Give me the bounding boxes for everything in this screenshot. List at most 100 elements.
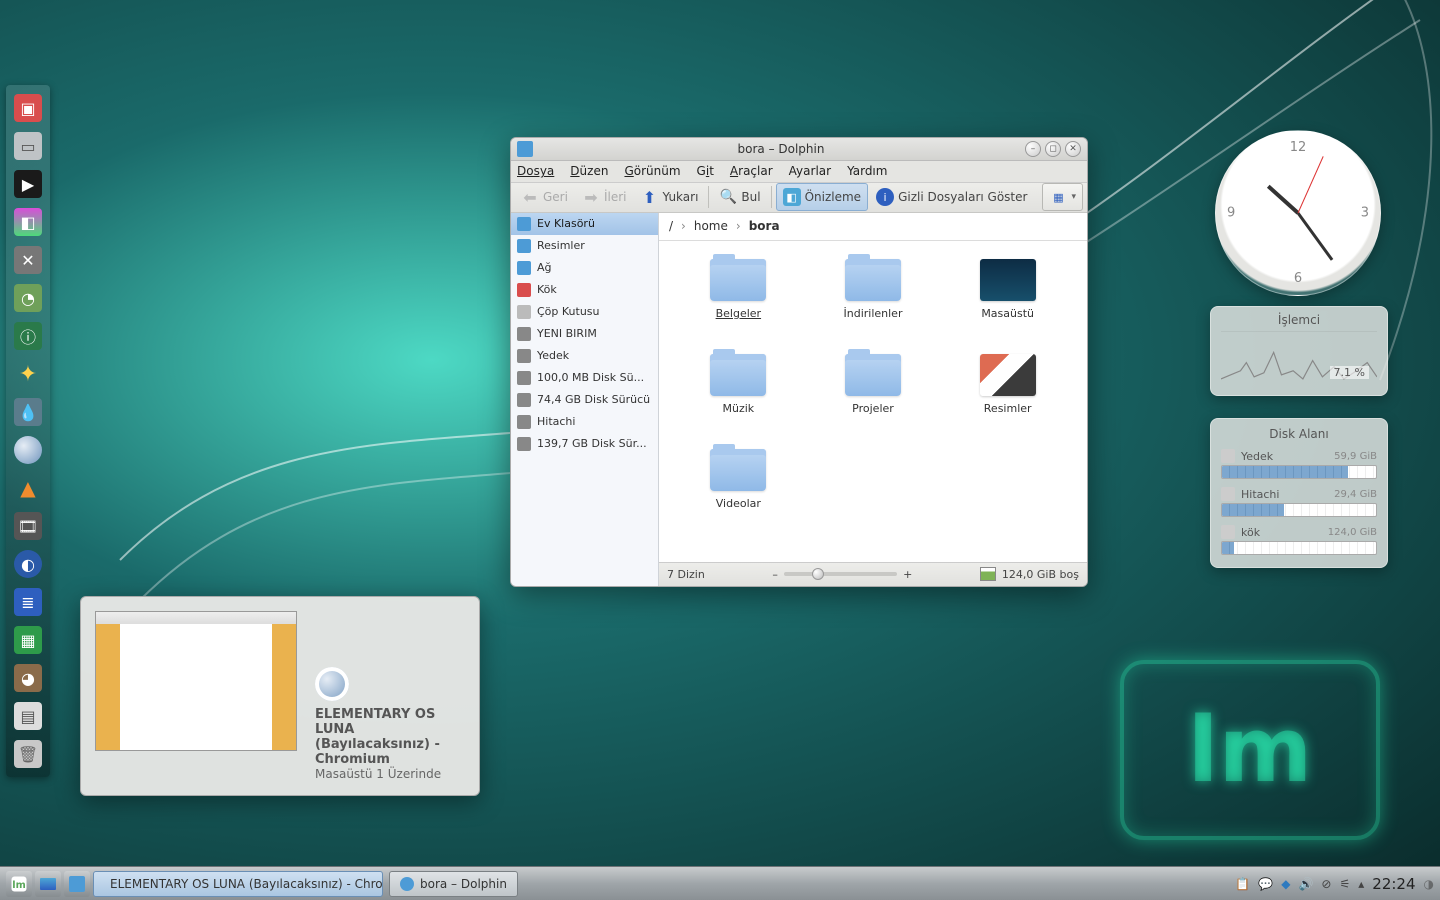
find-button[interactable]: 🔍Bul bbox=[713, 183, 766, 211]
menu-settings[interactable]: Ayarlar bbox=[789, 164, 831, 178]
dock-writer[interactable]: ≣ bbox=[9, 585, 47, 619]
dock-calculator[interactable]: ▤ bbox=[9, 699, 47, 733]
dock-drop[interactable]: 💧 bbox=[9, 395, 47, 429]
dock-gimp[interactable]: ◕ bbox=[9, 661, 47, 695]
dock-star[interactable]: ✦ bbox=[9, 357, 47, 391]
clock-widget[interactable]: 12 3 6 9 bbox=[1215, 130, 1381, 296]
bc-home[interactable]: home bbox=[694, 219, 728, 233]
task-preview-tooltip: ELEMENTARY OS LUNA (Bayılacaksınız) - Ch… bbox=[80, 596, 480, 796]
dock-folder-red[interactable]: ▣ bbox=[9, 91, 47, 125]
forward-button[interactable]: ➡İleri bbox=[576, 183, 633, 211]
sidebar-item-10[interactable]: 139,7 GB Disk Sür... bbox=[511, 433, 658, 455]
breadcrumb[interactable]: / › home › bora bbox=[659, 213, 1087, 241]
bc-root[interactable]: / bbox=[669, 219, 673, 233]
chromium-icon bbox=[315, 667, 349, 701]
cpu-widget[interactable]: İşlemci 7.1 % bbox=[1210, 306, 1388, 396]
show-hidden-button[interactable]: iGizli Dosyaları Göster bbox=[870, 183, 1033, 211]
close-button[interactable]: ✕ bbox=[1065, 141, 1081, 157]
menu-help[interactable]: Yardım bbox=[847, 164, 887, 178]
tray-clipboard-icon[interactable]: 📋 bbox=[1235, 877, 1250, 891]
sidebar-item-6[interactable]: Yedek bbox=[511, 345, 658, 367]
taskbar-task-1[interactable]: bora – Dolphin bbox=[389, 871, 518, 897]
sidebar-item-4[interactable]: Çöp Kutusu bbox=[511, 301, 658, 323]
disk-row-0: Yedek59,9 GiB bbox=[1221, 449, 1377, 463]
second-hand bbox=[1298, 156, 1324, 213]
dock-vlc[interactable]: ▲ bbox=[9, 471, 47, 505]
menu-file[interactable]: Dosya bbox=[517, 164, 554, 178]
dock-disk[interactable]: ◔ bbox=[9, 281, 47, 315]
taskbar: lm ELEMENTARY OS LUNA (Bayılacaksınız) -… bbox=[0, 866, 1440, 900]
cpu-title: İşlemci bbox=[1221, 313, 1377, 327]
dock-settings[interactable]: ✕ bbox=[9, 243, 47, 277]
tray-clock[interactable]: 22:24 bbox=[1372, 875, 1415, 893]
minimize-button[interactable]: – bbox=[1025, 141, 1041, 157]
folder-resimler[interactable]: Resimler bbox=[940, 354, 1075, 449]
dock-chromium[interactable] bbox=[9, 433, 47, 467]
minute-hand bbox=[1297, 212, 1334, 261]
menubar: Dosya Düzen Görünüm Git Araçlar Ayarlar … bbox=[511, 161, 1087, 182]
back-button[interactable]: ⬅Geri bbox=[515, 183, 574, 211]
up-button[interactable]: ⬆Yukarı bbox=[634, 183, 704, 211]
disk-row-1: Hitachi29,4 GiB bbox=[1221, 487, 1377, 501]
maximize-button[interactable]: ◻ bbox=[1045, 141, 1061, 157]
folder-masaüstü[interactable]: Masaüstü bbox=[940, 259, 1075, 354]
sidebar-item-2[interactable]: Ağ bbox=[511, 257, 658, 279]
zoom-slider[interactable]: –+ bbox=[772, 568, 912, 581]
disk-widget[interactable]: Disk Alanı Yedek59,9 GiBHitachi29,4 GiBk… bbox=[1210, 418, 1388, 568]
folder-videolar[interactable]: Videolar bbox=[671, 449, 806, 544]
places-sidebar: Ev KlasörüResimlerAğKökÇöp KutusuYENI BI… bbox=[511, 213, 659, 586]
titlebar[interactable]: bora – Dolphin – ◻ ✕ bbox=[511, 138, 1087, 161]
mint-logo: lm bbox=[1120, 660, 1380, 840]
sidebar-item-7[interactable]: 100,0 MB Disk Sü... bbox=[511, 367, 658, 389]
menu-go[interactable]: Git bbox=[697, 164, 714, 178]
dock-displays[interactable]: ◧ bbox=[9, 205, 47, 239]
tray-cashew-icon[interactable]: ◑ bbox=[1424, 877, 1434, 891]
folder-müzik[interactable]: Müzik bbox=[671, 354, 806, 449]
tray-network-icon[interactable]: ⊘ bbox=[1321, 877, 1331, 891]
dock: ▣ ▭ ▶ ◧ ✕ ◔ ⓘ ✦ 💧 ▲ 🎞 ◐ ≣ ▦ ◕ ▤ 🗑 bbox=[6, 85, 50, 777]
dock-drive[interactable]: ▭ bbox=[9, 129, 47, 163]
dolphin-window: bora – Dolphin – ◻ ✕ Dosya Düzen Görünüm… bbox=[510, 137, 1088, 587]
show-desktop-button[interactable] bbox=[35, 871, 61, 897]
sidebar-item-3[interactable]: Kök bbox=[511, 279, 658, 301]
dock-media[interactable]: 🎞 bbox=[9, 509, 47, 543]
preview-title: ELEMENTARY OS LUNA (Bayılacaksınız) - Ch… bbox=[315, 707, 465, 767]
menu-edit[interactable]: Düzen bbox=[570, 164, 608, 178]
system-tray: 📋 💬 ◆ 🔊 ⊘ ⚟ ▴ 22:24 ◑ bbox=[1235, 875, 1434, 893]
sidebar-item-1[interactable]: Resimler bbox=[511, 235, 658, 257]
svg-text:lm: lm bbox=[12, 879, 26, 890]
preview-thumbnail[interactable] bbox=[95, 611, 297, 751]
sidebar-item-9[interactable]: Hitachi bbox=[511, 411, 658, 433]
dock-player[interactable]: ▶ bbox=[9, 167, 47, 201]
folder-view[interactable]: BelgelerİndirilenlerMasaüstü MüzikProjele… bbox=[659, 241, 1087, 562]
dock-info[interactable]: ⓘ bbox=[9, 319, 47, 353]
preview-button[interactable]: ◧Önizleme bbox=[776, 183, 868, 211]
tray-updates-icon[interactable]: ◆ bbox=[1281, 877, 1290, 891]
taskbar-task-0[interactable]: ELEMENTARY OS LUNA (Bayılacaksınız) - Ch… bbox=[93, 871, 383, 897]
sidebar-item-5[interactable]: YENI BIRIM bbox=[511, 323, 658, 345]
folder-belgeler[interactable]: Belgeler bbox=[671, 259, 806, 354]
folder-projeler[interactable]: Projeler bbox=[806, 354, 941, 449]
hour-hand bbox=[1267, 185, 1299, 215]
sidebar-item-0[interactable]: Ev Klasörü bbox=[511, 213, 658, 235]
preview-subtitle: Masaüstü 1 Üzerinde bbox=[315, 767, 465, 781]
status-left: 7 Dizin bbox=[667, 568, 705, 581]
dock-trash[interactable]: 🗑 bbox=[9, 737, 47, 771]
tray-wifi-icon[interactable]: ⚟ bbox=[1339, 877, 1350, 891]
sidebar-item-8[interactable]: 74,4 GB Disk Sürücü bbox=[511, 389, 658, 411]
view-mode-button[interactable]: ▦▾ bbox=[1042, 183, 1083, 211]
free-space: 124,0 GiB boş bbox=[980, 567, 1079, 581]
folder-i̇ndirilenler[interactable]: İndirilenler bbox=[806, 259, 941, 354]
disk-title: Disk Alanı bbox=[1221, 427, 1377, 441]
dolphin-launcher[interactable] bbox=[64, 871, 90, 897]
tray-chat-icon[interactable]: 💬 bbox=[1258, 877, 1273, 891]
bc-current: bora bbox=[749, 219, 780, 233]
statusbar: 7 Dizin –+ 124,0 GiB boş bbox=[659, 562, 1087, 586]
menu-view[interactable]: Görünüm bbox=[624, 164, 680, 178]
dock-calc[interactable]: ▦ bbox=[9, 623, 47, 657]
tray-expand-icon[interactable]: ▴ bbox=[1358, 877, 1364, 891]
dock-audacity[interactable]: ◐ bbox=[9, 547, 47, 581]
menu-tools[interactable]: Araçlar bbox=[730, 164, 773, 178]
start-button[interactable]: lm bbox=[6, 871, 32, 897]
tray-volume-icon[interactable]: 🔊 bbox=[1298, 877, 1313, 891]
